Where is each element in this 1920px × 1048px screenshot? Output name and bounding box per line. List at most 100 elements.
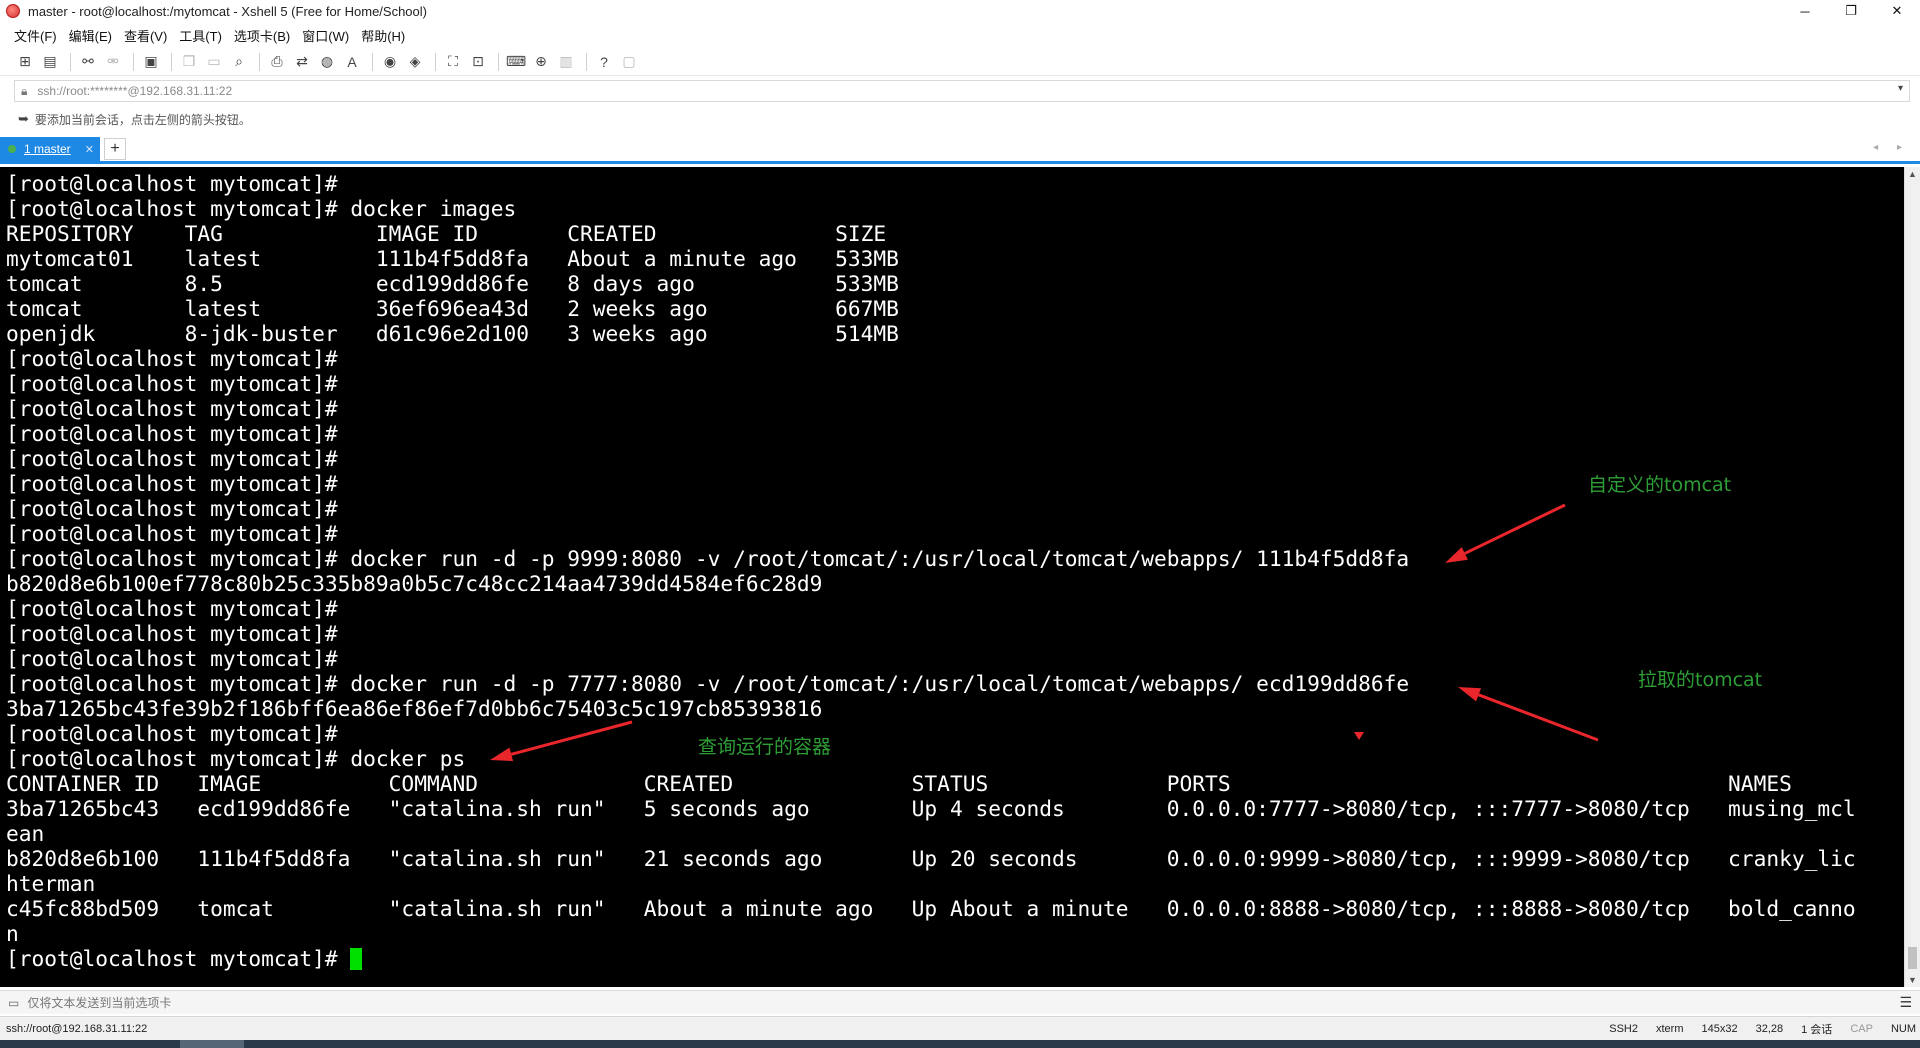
minimize-button[interactable]: ─ [1782, 0, 1828, 22]
terminal-line: [root@localhost mytomcat]# docker ps [6, 746, 466, 771]
lock-screen-icon[interactable]: ⊡ [467, 51, 489, 73]
annotation-query-containers: 查询运行的容器 [698, 736, 832, 758]
scroll-up-icon[interactable]: ▲ [1908, 169, 1917, 179]
terminal-line: 3ba71265bc43 ecd199dd86fe "catalina.sh r… [6, 796, 1856, 821]
terminal-line: tomcat latest 36ef696ea43d 2 weeks ago 6… [6, 296, 899, 321]
connected-status-icon [8, 145, 16, 153]
terminal-line: [root@localhost mytomcat]# [6, 396, 338, 421]
terminal-output[interactable]: [root@localhost mytomcat]# [root@localhos… [0, 167, 1904, 987]
annotation-pulled-tomcat: 拉取的tomcat [1638, 669, 1763, 691]
terminal-line: [root@localhost mytomcat]# [6, 596, 338, 621]
terminal-line: hterman [6, 871, 96, 896]
xftp-icon[interactable]: ◉ [379, 51, 401, 73]
menu-view[interactable]: 查看(V) [124, 26, 167, 45]
toolbar-separator [372, 52, 373, 71]
terminal-line: [root@localhost mytomcat]# docker run -d… [6, 671, 1410, 696]
taskbar-strip [0, 1040, 1920, 1048]
terminal-prompt: [root@localhost mytomcat]# [6, 946, 351, 971]
status-connection: ssh://root@192.168.31.11:22 [6, 1022, 148, 1035]
copy-icon[interactable]: ❐ [178, 51, 200, 73]
terminal-line: [root@localhost mytomcat]# [6, 171, 338, 196]
menu-help[interactable]: 帮助(H) [361, 26, 405, 45]
menu-edit[interactable]: 编辑(E) [69, 26, 112, 45]
window-controls: ─ ❐ ✕ [1782, 0, 1920, 22]
arrow-bookmark-icon[interactable]: ➥ [18, 111, 29, 127]
menu-tabs[interactable]: 选项卡(B) [234, 26, 290, 45]
terminal-line: [root@localhost mytomcat]# [6, 471, 338, 496]
properties-icon[interactable]: ▣ [140, 51, 162, 73]
compose-send-bar[interactable]: ▭ 仅将文本发送到当前选项卡 ☰ [0, 990, 1920, 1014]
add-tab-button[interactable]: + [104, 138, 126, 160]
xmanager-icon[interactable]: ◈ [404, 51, 426, 73]
status-protocol: SSH2 [1609, 1023, 1638, 1035]
close-button[interactable]: ✕ [1874, 0, 1920, 22]
status-right-group: SSH2 xterm 145x32 32,28 1 会话 CAP NUM [1591, 1021, 1916, 1037]
menu-bar: 文件(F) 编辑(E) 查看(V) 工具(T) 选项卡(B) 窗口(W) 帮助(… [0, 24, 417, 46]
terminal-scrollbar[interactable]: ▲ ▼ [1904, 167, 1920, 987]
status-bar: ssh://root@192.168.31.11:22 SSH2 xterm 1… [0, 1016, 1920, 1040]
close-icon[interactable]: ✕ [85, 143, 94, 156]
scrollbar-thumb[interactable] [1908, 947, 1917, 969]
scroll-down-icon[interactable]: ▼ [1908, 975, 1917, 985]
window-title: master - root@localhost:/mytomcat - Xshe… [28, 3, 427, 19]
terminal-line: [root@localhost mytomcat]# [6, 646, 338, 671]
open-folder-icon[interactable]: ▤ [39, 51, 61, 73]
status-sessions: 1 会话 [1801, 1024, 1833, 1036]
terminal-line: b820d8e6b100 111b4f5dd8fa "catalina.sh r… [6, 846, 1856, 871]
disconnect-icon[interactable]: ⚮ [102, 51, 124, 73]
terminal-line: mytomcat01 latest 111b4f5dd8fa About a m… [6, 246, 899, 271]
terminal-cursor [350, 948, 363, 970]
annotation-custom-tomcat: 自定义的tomcat [1588, 474, 1732, 496]
reconnect-icon[interactable]: ⚯ [77, 51, 99, 73]
chevron-down-icon[interactable]: ▾ [1898, 83, 1903, 94]
terminal-line: [root@localhost mytomcat]# [6, 346, 338, 371]
font-icon[interactable]: A [341, 51, 363, 73]
terminal-line: b820d8e6b100ef778c80b25c335b89a0b5c7c48c… [6, 571, 823, 596]
terminal-line: [root@localhost mytomcat]# docker images [6, 196, 517, 221]
toolbar-separator [435, 52, 436, 71]
toolbar-separator [70, 52, 71, 71]
terminal-lines: [root@localhost mytomcat]# [root@localhos… [6, 171, 1856, 971]
terminal-line: [root@localhost mytomcat]# docker run -d… [6, 546, 1410, 571]
menu-tools[interactable]: 工具(T) [179, 26, 222, 45]
terminal-line: [root@localhost mytomcat]# [6, 721, 338, 746]
layout-icon[interactable]: ▥ [555, 51, 577, 73]
status-size: 145x32 [1701, 1023, 1738, 1035]
compose-icon: ▭ [8, 995, 20, 1010]
chat-icon[interactable]: ▢ [618, 51, 640, 73]
terminal-line: [root@localhost mytomcat]# [6, 621, 338, 646]
find-icon[interactable]: ⌕ [228, 51, 250, 73]
new-session-icon[interactable]: ⊞ [14, 51, 36, 73]
menu-icon[interactable]: ☰ [1899, 994, 1912, 1011]
tab-bar: 1 master ✕ + ◂ ▸ [0, 137, 1920, 164]
tab-scroll-arrows[interactable]: ◂ ▸ [1873, 142, 1910, 153]
paste-icon[interactable]: ▭ [203, 51, 225, 73]
session-hint-bar: ➥ 要添加当前会话，点击左侧的箭头按钮。 [0, 106, 1920, 132]
print-icon[interactable]: ⎙ [266, 51, 288, 73]
status-caps-lock: CAP [1850, 1023, 1873, 1035]
globe-icon[interactable]: ◍ [316, 51, 338, 73]
menu-window[interactable]: 窗口(W) [302, 26, 349, 45]
terminal-line: CONTAINER ID IMAGE COMMAND CREATED STATU… [6, 771, 1792, 796]
terminal-prompt-line[interactable]: [root@localhost mytomcat]# [6, 946, 1856, 971]
toolbar-separator [171, 52, 172, 71]
lock-icon: 🔒︎ [21, 83, 28, 98]
fullscreen-icon[interactable]: ⛶ [442, 51, 464, 73]
help-icon[interactable]: ? [593, 51, 615, 73]
menu-file[interactable]: 文件(F) [14, 26, 57, 45]
terminal-line: REPOSITORY TAG IMAGE ID CREATED SIZE [6, 221, 887, 246]
address-bar[interactable]: 🔒︎ ssh://root:********@192.168.31.11:22 … [14, 80, 1910, 102]
compose-placeholder: 仅将文本发送到当前选项卡 [27, 996, 172, 1010]
terminal-line: ean [6, 821, 45, 846]
toolbar-separator [133, 52, 134, 71]
keyboard-icon[interactable]: ⌨ [505, 51, 527, 73]
toolbar-separator [498, 52, 499, 71]
taskbar-strip-thumb [180, 1040, 244, 1048]
transfer-icon[interactable]: ⇄ [291, 51, 313, 73]
maximize-button[interactable]: ❐ [1828, 0, 1874, 22]
terminal-line: [root@localhost mytomcat]# [6, 446, 338, 471]
compose-icon[interactable]: ⊕ [530, 51, 552, 73]
tab-master[interactable]: 1 master ✕ [0, 137, 100, 161]
xshell-logo-icon [6, 4, 20, 18]
terminal-line: [root@localhost mytomcat]# [6, 496, 338, 521]
